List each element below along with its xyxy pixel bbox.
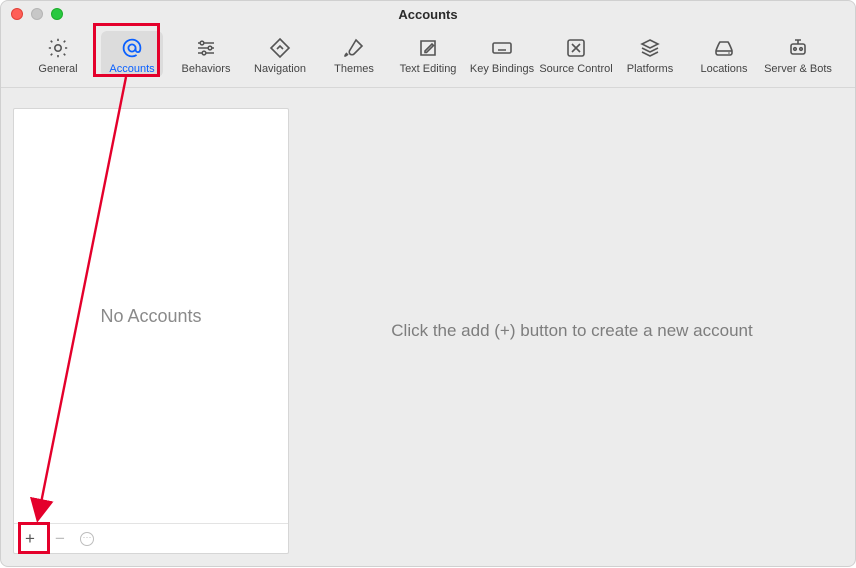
tab-label: Navigation (254, 63, 306, 75)
disk-icon (711, 35, 737, 61)
account-detail-panel: Click the add (+) button to create a new… (301, 108, 843, 554)
tab-key-bindings[interactable]: Key Bindings (471, 31, 533, 77)
tab-behaviors[interactable]: Behaviors (175, 31, 237, 77)
tab-navigation[interactable]: Navigation (249, 31, 311, 77)
accounts-list-body: No Accounts (14, 109, 288, 523)
gear-icon (45, 35, 71, 61)
window-title: Accounts (1, 7, 855, 22)
pencil-square-icon (415, 35, 441, 61)
keyboard-icon (489, 35, 515, 61)
content-area: No Accounts + − Click the add (+) button… (1, 88, 855, 566)
source-control-icon (563, 35, 589, 61)
arrow-diamond-icon (267, 35, 293, 61)
tab-themes[interactable]: Themes (323, 31, 385, 77)
tab-label: Source Control (539, 63, 612, 75)
stack-icon (637, 35, 663, 61)
tab-label: Themes (334, 63, 374, 75)
sliders-icon (193, 35, 219, 61)
zoom-window-button[interactable] (51, 8, 63, 20)
tab-text-editing[interactable]: Text Editing (397, 31, 459, 77)
titlebar: Accounts (1, 1, 855, 27)
window-controls (11, 8, 63, 20)
tab-label: Platforms (627, 63, 673, 75)
detail-empty-label: Click the add (+) button to create a new… (391, 321, 752, 341)
tab-label: Locations (700, 63, 747, 75)
tab-locations[interactable]: Locations (693, 31, 755, 77)
tab-server-bots[interactable]: Server & Bots (767, 31, 829, 77)
accounts-list-panel: No Accounts + − (13, 108, 289, 554)
add-account-button[interactable]: + (20, 529, 40, 549)
tab-label: Text Editing (400, 63, 457, 75)
tab-label: General (38, 63, 77, 75)
remove-account-button[interactable]: − (50, 529, 70, 549)
tab-accounts[interactable]: Accounts (101, 31, 163, 77)
tab-source-control[interactable]: Source Control (545, 31, 607, 77)
preferences-toolbar: General Accounts Behaviors (1, 27, 855, 88)
tab-general[interactable]: General (27, 31, 89, 77)
robot-icon (785, 35, 811, 61)
no-accounts-label: No Accounts (100, 306, 201, 327)
tab-label: Server & Bots (764, 63, 832, 75)
minimize-window-button[interactable] (31, 8, 43, 20)
preferences-window: Accounts General Accounts (0, 0, 856, 567)
at-sign-icon (119, 35, 145, 61)
accounts-list-footer: + − (14, 523, 288, 553)
tab-label: Behaviors (182, 63, 231, 75)
tab-label: Accounts (109, 63, 154, 75)
account-actions-button[interactable] (80, 532, 94, 546)
tab-label: Key Bindings (470, 63, 534, 75)
tab-platforms[interactable]: Platforms (619, 31, 681, 77)
close-window-button[interactable] (11, 8, 23, 20)
paintbrush-icon (341, 35, 367, 61)
